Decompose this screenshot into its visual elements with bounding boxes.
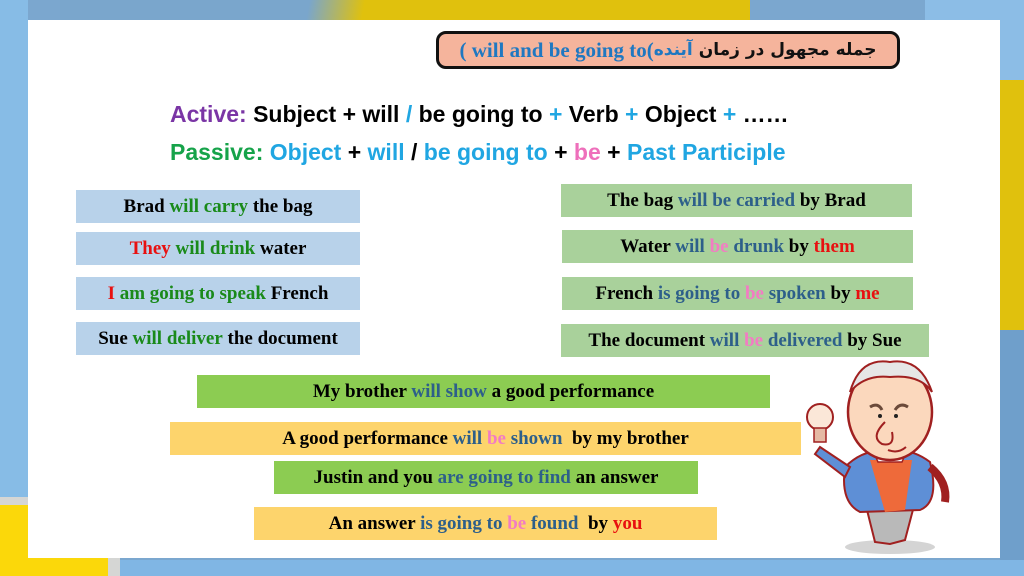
sentence-segment: by: [825, 282, 856, 304]
active-sentence-box: Brad will carry the bag: [76, 190, 360, 223]
example-active-box: Justin and you are going to find an answ…: [274, 461, 698, 494]
frame-right-blue-band: [1000, 330, 1024, 576]
passive-label: Passive:: [170, 139, 264, 165]
sentence-segment: is going to: [657, 282, 745, 304]
sentence-segment: am going to speak: [114, 282, 266, 304]
lightbulb-icon: [806, 403, 834, 431]
formula-token: be going to: [418, 101, 543, 127]
active-sentence-box: I am going to speak French: [76, 277, 360, 310]
sentence-segment: is going to: [420, 512, 508, 534]
formula-token: Object: [644, 101, 717, 127]
sentence-segment: drunk: [728, 235, 785, 257]
sentence-segment: will carry: [169, 195, 249, 217]
active-label: Active:: [170, 101, 247, 127]
formula-ellipsis: ……: [742, 101, 789, 127]
formula-plus: +: [722, 101, 737, 127]
formula-slash: /: [411, 139, 418, 165]
formula-token: will: [367, 139, 405, 165]
formula-plus: +: [554, 139, 568, 165]
sentence-segment: by Sue: [842, 329, 902, 351]
sentence-segment: French: [265, 282, 329, 304]
sentence-segment: a good performance: [486, 380, 655, 402]
formula-plus: +: [347, 139, 362, 165]
formula-token: will: [362, 101, 400, 127]
sentence-segment: by Brad: [795, 189, 866, 211]
sentence-segment: delivered: [763, 329, 843, 351]
sentence-segment: the bag: [248, 195, 313, 217]
arm: [813, 445, 852, 479]
active-formula: Active: Subject + will / be going to + V…: [170, 101, 789, 128]
active-sentence-box: They will drink water: [76, 232, 360, 265]
sentence-segment: Water: [620, 235, 676, 257]
sentence-segment: will deliver: [132, 327, 223, 349]
formula-plus: +: [548, 101, 563, 127]
eye: [894, 414, 898, 418]
slide-title: ( will and be going to( آینده جمله مجهول…: [436, 31, 900, 69]
formula-token: Object: [269, 139, 342, 165]
formula-token: be going to: [423, 139, 548, 165]
formula-plus: +: [625, 101, 639, 127]
frame-top-band: [60, 0, 750, 20]
formula-slash: /: [405, 101, 413, 127]
sentence-segment: will drink: [170, 237, 256, 259]
sentence-segment: I: [107, 282, 115, 304]
sentence-segment: They: [129, 237, 171, 259]
sentence-segment: Brad: [123, 195, 170, 217]
bulb-base: [813, 427, 827, 443]
sentence-segment: be: [486, 427, 506, 449]
professor-lightbulb-illustration: [806, 360, 950, 554]
sentence-segment: an answer: [570, 466, 659, 488]
sentence-segment: The bag: [607, 189, 678, 211]
passive-sentence-box: The bag will be carried by Brad: [561, 184, 912, 217]
title-english: ( will and be going to(: [459, 37, 654, 62]
sentence-segment: them: [813, 235, 855, 257]
formula-plus: +: [342, 101, 356, 127]
active-sentence-box: Sue will deliver the document: [76, 322, 360, 355]
sentence-segment: will: [675, 235, 710, 257]
formula-plus: +: [607, 139, 621, 165]
sentence-segment: found: [526, 512, 579, 534]
formula-token: be: [573, 139, 601, 165]
sentence-segment: be: [709, 235, 729, 257]
example-active-box: My brother will show a good performance: [197, 375, 770, 408]
sentence-segment: by my brother: [562, 427, 689, 449]
sentence-segment: will be carried: [677, 189, 796, 211]
sentence-segment: by: [784, 235, 814, 257]
frame-left-band: [0, 0, 28, 510]
sentence-segment: by: [578, 512, 613, 534]
sentence-segment: will show: [411, 380, 487, 402]
title-persian-highlight: آینده: [653, 40, 693, 60]
sentence-segment: An answer: [328, 512, 421, 534]
passive-sentence-box: French is going to be spoken by me: [562, 277, 913, 310]
formula-token: Verb: [568, 101, 619, 127]
passive-formula: Passive: Object + will / be going to + b…: [170, 139, 786, 166]
sentence-segment: be: [744, 282, 764, 304]
sentence-segment: will: [452, 427, 487, 449]
sentence-segment: are going to find: [437, 466, 571, 488]
sentence-segment: me: [855, 282, 880, 304]
sentence-segment: you: [612, 512, 643, 534]
sentence-segment: spoken: [763, 282, 826, 304]
sentence-segment: be: [507, 512, 527, 534]
eye: [878, 414, 882, 418]
sentence-segment: be: [744, 329, 764, 351]
frame-right-yellow-band: [1000, 80, 1024, 340]
passive-sentence-box: Water will be drunk by them: [562, 230, 913, 263]
sentence-segment: water: [255, 237, 307, 259]
sentence-segment: will: [709, 329, 745, 351]
sentence-segment: the document: [222, 327, 338, 349]
title-persian: جمله مجهول در زمان: [698, 40, 877, 60]
sentence-segment: The document: [588, 329, 710, 351]
sentence-segment: My brother: [312, 380, 412, 402]
sentence-segment: French: [595, 282, 658, 304]
example-passive-box: A good performance will be shown by my b…: [170, 422, 801, 455]
frame-bottom-band: [108, 560, 1024, 576]
sentence-segment: Justin and you: [313, 466, 438, 488]
formula-token: Subject: [253, 101, 337, 127]
formula-token: Past Participle: [626, 139, 786, 165]
sentence-segment: A good performance: [282, 427, 453, 449]
sentence-segment: shown: [505, 427, 563, 449]
sentence-segment: Sue: [98, 327, 133, 349]
example-passive-box: An answer is going to be found by you: [254, 507, 717, 540]
